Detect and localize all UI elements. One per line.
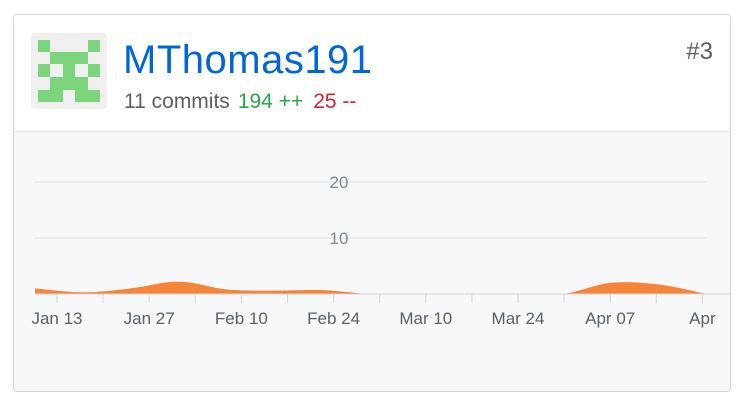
y-tick-label: 10 [330, 229, 349, 248]
y-tick-label: 20 [330, 173, 349, 192]
contributor-card: MThomas191 11 commits 194 ++ 25 -- #3 10 20… [13, 14, 731, 392]
commit-count: 11 commits [124, 90, 230, 113]
contributor-rank: #3 [686, 38, 713, 65]
card-header: MThomas191 11 commits 194 ++ 25 -- #3 [14, 15, 730, 132]
chart-svg: 10 20 Jan 13 Jan 27 Feb 10 Feb 24 Mar 10 Mar 24… [31, 173, 730, 328]
x-tick-label: Mar 10 [399, 309, 452, 328]
username-link[interactable]: MThomas191 [123, 36, 373, 84]
x-tick-label: Feb 10 [215, 309, 268, 328]
series-area [35, 281, 707, 294]
identicon-icon [31, 33, 107, 109]
avatar[interactable] [31, 33, 107, 109]
x-tick-label: Jan 27 [124, 309, 175, 328]
x-tick-label: Apr [689, 309, 716, 328]
x-tick-label: Mar 24 [492, 309, 545, 328]
x-tick-label: Apr 07 [585, 309, 635, 328]
x-tick-label: Feb 24 [307, 309, 360, 328]
contribution-chart: 10 20 Jan 13 Jan 27 Feb 10 Feb 24 Mar 10 Mar 24… [14, 132, 730, 391]
contribution-stats: 11 commits 194 ++ 25 -- [124, 88, 356, 116]
x-tick-label: Jan 13 [31, 309, 82, 328]
additions-count: 194 ++ [237, 90, 304, 113]
deletions-count: 25 -- [313, 90, 357, 113]
